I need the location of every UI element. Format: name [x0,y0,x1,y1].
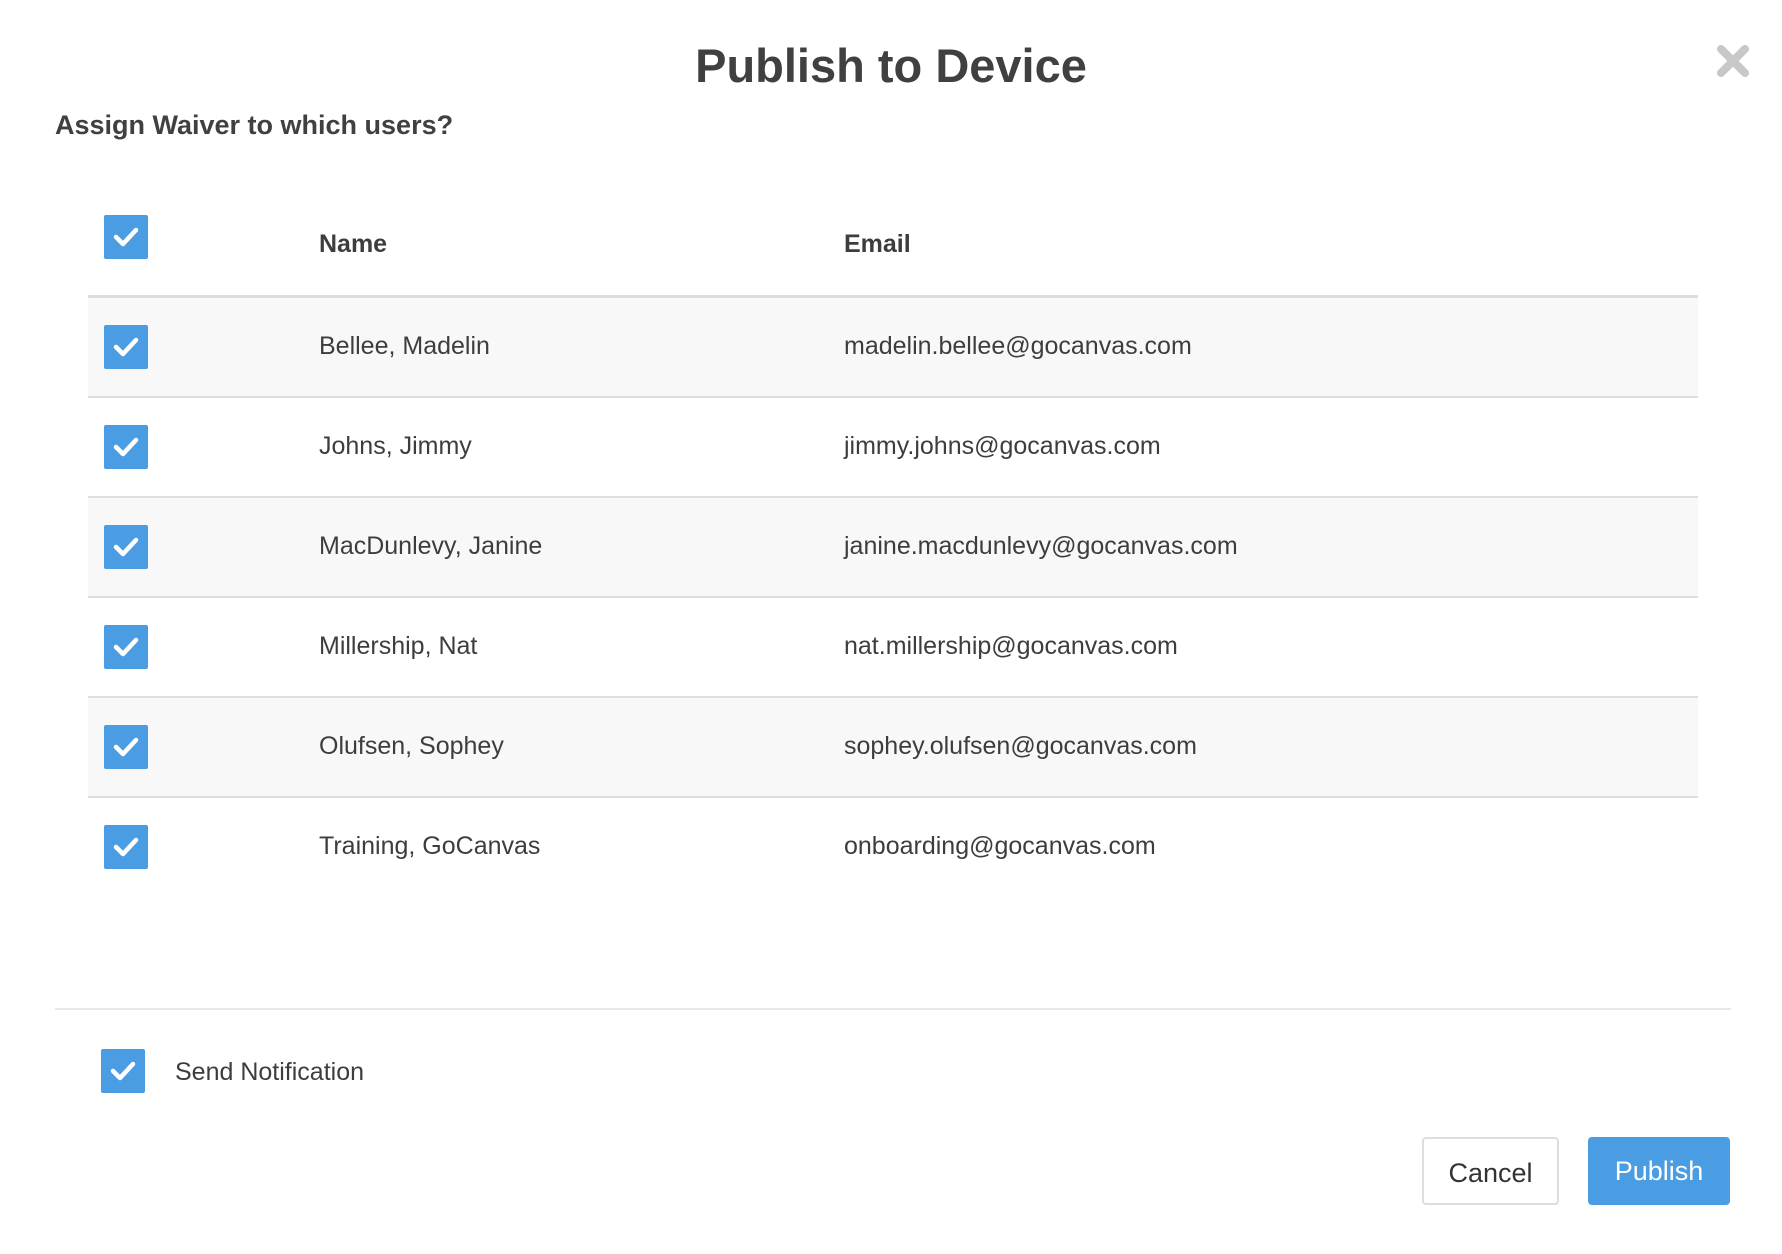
table-row: Training, GoCanvas onboarding@gocanvas.c… [88,798,1698,896]
close-icon [1717,45,1749,77]
close-button[interactable] [1716,44,1750,78]
table-header: Name Email [88,180,1698,298]
row-checkbox[interactable] [104,625,148,669]
user-email: nat.millership@gocanvas.com [844,632,1178,660]
select-all-checkbox[interactable] [104,215,148,259]
checkmark-icon [113,337,139,357]
user-email: onboarding@gocanvas.com [844,832,1156,860]
user-name: Olufsen, Sophey [319,732,504,760]
row-checkbox[interactable] [104,725,148,769]
checkmark-icon [113,437,139,457]
user-email: sophey.olufsen@gocanvas.com [844,732,1197,760]
row-checkbox[interactable] [104,425,148,469]
publish-dialog: Publish to Device Assign Waiver to which… [0,0,1782,1254]
assign-prompt: Assign Waiver to which users? [55,110,454,140]
users-table: Name Email Bellee, Madelin madelin.belle… [88,180,1698,896]
table-row: Olufsen, Sophey sophey.olufsen@gocanvas.… [88,698,1698,798]
user-name: Training, GoCanvas [319,832,541,860]
user-email: jimmy.johns@gocanvas.com [844,432,1161,460]
row-checkbox[interactable] [104,525,148,569]
publish-button[interactable]: Publish [1588,1137,1730,1205]
row-checkbox[interactable] [104,825,148,869]
user-email: madelin.bellee@gocanvas.com [844,332,1192,360]
table-row: Bellee, Madelin madelin.bellee@gocanvas.… [88,298,1698,398]
table-row: MacDunlevy, Janine janine.macdunlevy@goc… [88,498,1698,598]
checkmark-icon [113,837,139,857]
checkmark-icon [113,737,139,757]
row-checkbox[interactable] [104,325,148,369]
dialog-title: Publish to Device [695,39,1087,92]
checkmark-icon [113,637,139,657]
table-row: Millership, Nat nat.millership@gocanvas.… [88,598,1698,698]
checkmark-icon [113,227,139,247]
column-header-name[interactable]: Name [319,230,387,259]
user-email: janine.macdunlevy@gocanvas.com [844,532,1238,560]
checkmark-icon [110,1061,136,1081]
cancel-button[interactable]: Cancel [1422,1137,1559,1205]
footer-divider [55,1008,1731,1010]
table-row: Johns, Jimmy jimmy.johns@gocanvas.com [88,398,1698,498]
user-name: Bellee, Madelin [319,332,490,360]
user-name: MacDunlevy, Janine [319,532,543,560]
user-name: Millership, Nat [319,632,478,660]
send-notification-checkbox[interactable] [101,1049,145,1093]
user-name: Johns, Jimmy [319,432,472,460]
checkmark-icon [113,537,139,557]
column-header-email[interactable]: Email [844,230,911,259]
send-notification-label[interactable]: Send Notification [175,1058,364,1087]
